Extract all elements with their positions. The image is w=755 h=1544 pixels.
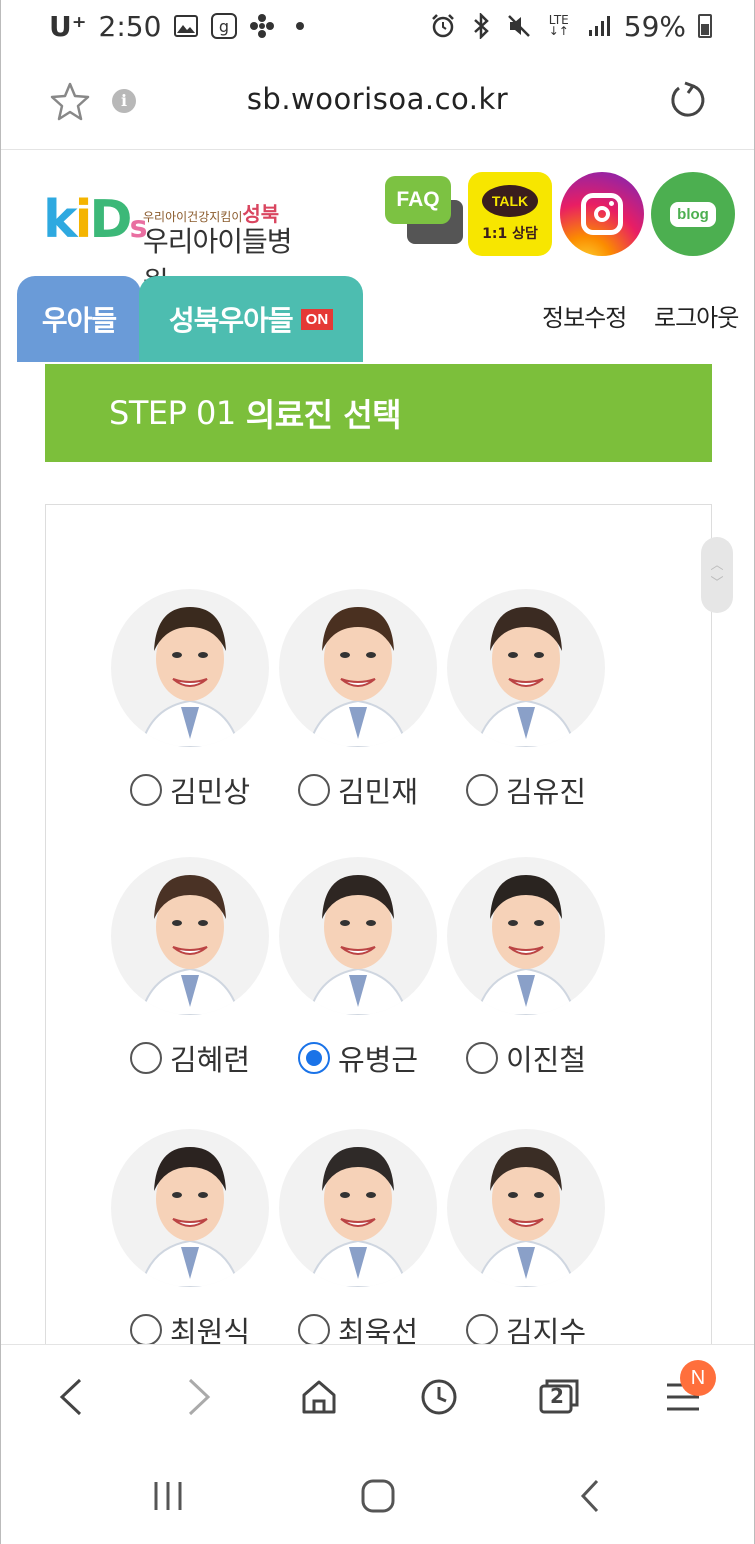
status-bar: U⁺ 2:50 g LTE ↓↑ 59% [1, 0, 755, 52]
doctor-card[interactable]: 김민상 [110, 589, 270, 811]
tab-wooadeul[interactable]: 우아들 [17, 276, 141, 362]
on-badge: ON [300, 308, 334, 330]
doctor-card[interactable]: 최욱선 [278, 1129, 438, 1351]
system-nav-bar [1, 1448, 754, 1544]
kakao-talk-button[interactable]: TALK 1:1 상담 [468, 172, 552, 256]
blog-button[interactable]: blog [651, 172, 735, 256]
doctor-option[interactable]: 이진철 [446, 1037, 606, 1079]
back-icon[interactable] [47, 1373, 95, 1421]
g-app-icon: g [211, 13, 238, 39]
faq-label: FAQ [385, 176, 451, 224]
browser-toolbar: 2 [1, 1344, 754, 1448]
doctor-radio[interactable] [129, 774, 162, 806]
battery-icon [698, 14, 712, 38]
doctor-card[interactable]: 이진철 [446, 857, 606, 1079]
tab-seongbuk-wooadeul[interactable]: 성북우아들 ON [139, 276, 363, 362]
recent-apps-icon[interactable] [143, 1472, 193, 1520]
instagram-icon[interactable] [560, 172, 644, 256]
doctor-name: 김민상 [169, 775, 251, 809]
address-bar: i sb.woorisoa.co.kr [1, 52, 754, 150]
kids-logo-mark: kiDs [43, 190, 147, 250]
alarm-icon [430, 13, 456, 39]
doctor-selection-panel: 김민상 김민재 김유진김혜련 유병근 이진철최원식 최욱선 김지수 [45, 504, 712, 1404]
step-number: STEP 01 [109, 394, 236, 432]
carrier-label: U⁺ [49, 9, 87, 43]
lte-icon: LTE ↓↑ [548, 13, 569, 38]
hospital-logo[interactable]: kiDs 우리아이건강지킴이성북 우리아이들병원 [43, 180, 303, 298]
doctor-portrait[interactable] [111, 589, 269, 747]
tab-count: 2 [550, 1384, 564, 1408]
doctor-option[interactable]: 김유진 [446, 769, 606, 811]
doctor-card[interactable]: 유병근 [278, 857, 438, 1079]
doctor-card[interactable]: 최원식 [110, 1129, 270, 1351]
tab-label: 우아들 [41, 304, 117, 337]
scroll-handle[interactable]: ︿ ﹀ [701, 537, 733, 613]
doctor-portrait[interactable] [279, 857, 437, 1015]
doctor-card[interactable]: 김지수 [446, 1129, 606, 1351]
doctor-radio[interactable] [465, 1042, 498, 1074]
doctor-portrait[interactable] [279, 589, 437, 747]
doctor-radio[interactable] [129, 1042, 162, 1074]
doctor-radio[interactable] [297, 1042, 330, 1074]
doctor-portrait[interactable] [447, 857, 605, 1015]
fan-icon [249, 13, 275, 39]
doctor-card[interactable]: 김민재 [278, 589, 438, 811]
doctor-radio[interactable] [297, 1314, 330, 1346]
signal-icon [586, 13, 612, 39]
gallery-icon [173, 13, 199, 39]
mute-icon [506, 13, 532, 39]
doctor-name: 이진철 [505, 1043, 587, 1077]
doctor-name: 김혜련 [169, 1043, 251, 1077]
doctor-portrait[interactable] [447, 589, 605, 747]
doctor-portrait[interactable] [111, 857, 269, 1015]
doctor-option[interactable]: 유병근 [278, 1037, 438, 1079]
doctor-name: 김유진 [505, 775, 587, 809]
doctor-radio[interactable] [465, 774, 498, 806]
faq-button[interactable]: FAQ [385, 172, 465, 252]
battery-percent: 59% [623, 9, 686, 43]
doctor-name: 유병근 [337, 1043, 419, 1077]
home-button-icon[interactable] [353, 1472, 403, 1520]
talk-label: TALK [482, 185, 538, 217]
doctor-portrait[interactable] [111, 1129, 269, 1287]
svg-text:g: g [219, 17, 229, 36]
history-icon[interactable] [415, 1373, 463, 1421]
doctor-option[interactable]: 김혜련 [110, 1037, 270, 1079]
bluetooth-icon [468, 13, 494, 39]
home-icon[interactable] [295, 1373, 343, 1421]
tabs-icon[interactable]: 2 [535, 1373, 583, 1421]
doctor-card[interactable]: 김유진 [446, 589, 606, 811]
forward-icon[interactable] [175, 1373, 223, 1421]
url-field[interactable]: sb.woorisoa.co.kr [1, 82, 754, 116]
doctor-option[interactable]: 김민상 [110, 769, 270, 811]
menu-notification-badge: N [680, 1360, 716, 1396]
tab-label: 성북우아들 [168, 304, 294, 337]
doctor-name: 김민재 [337, 775, 419, 809]
logout-link[interactable]: 로그아웃 [654, 298, 739, 333]
doctor-radio[interactable] [465, 1314, 498, 1346]
system-back-icon[interactable] [565, 1472, 615, 1520]
doctor-portrait[interactable] [279, 1129, 437, 1287]
step-banner: STEP 01 의료진 선택 [45, 364, 712, 462]
doctor-option[interactable]: 김민재 [278, 769, 438, 811]
doctor-portrait[interactable] [447, 1129, 605, 1287]
doctor-radio[interactable] [129, 1314, 162, 1346]
edit-profile-link[interactable]: 정보수정 [542, 298, 627, 333]
doctor-card[interactable]: 김혜련 [110, 857, 270, 1079]
blog-label: blog [670, 201, 716, 227]
doctor-radio[interactable] [297, 774, 330, 806]
clock: 2:50 [98, 9, 162, 43]
dot-icon [287, 13, 313, 39]
step-title: 의료진 선택 [245, 396, 402, 434]
talk-sub-label: 1:1 상담 [482, 226, 538, 242]
reload-icon[interactable] [667, 80, 707, 120]
